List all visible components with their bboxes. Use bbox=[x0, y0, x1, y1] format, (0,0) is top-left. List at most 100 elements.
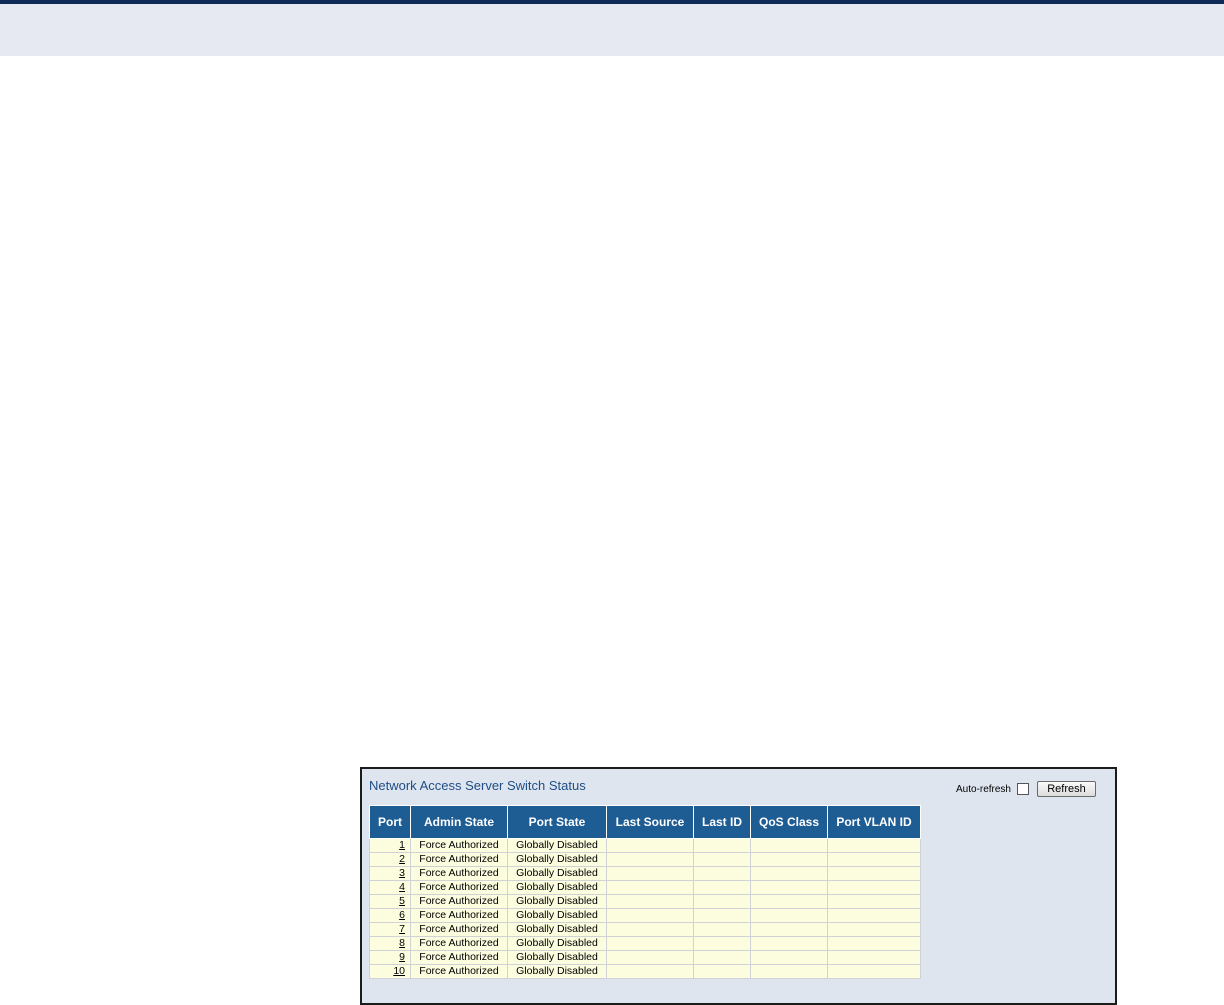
port-vlan-id-cell bbox=[827, 866, 921, 881]
port-state-cell: Globally Disabled bbox=[507, 880, 607, 895]
qos-class-cell bbox=[750, 866, 828, 881]
port-vlan-id-cell bbox=[827, 950, 921, 965]
page-header-band bbox=[0, 4, 1224, 56]
port-state-cell: Globally Disabled bbox=[507, 908, 607, 923]
column-header-port-state: Port State bbox=[507, 805, 607, 839]
admin-state-cell: Force Authorized bbox=[410, 894, 508, 909]
port-vlan-id-cell bbox=[827, 880, 921, 895]
port-cell: 7 bbox=[369, 922, 411, 937]
column-header-port-vlan-id: Port VLAN ID bbox=[827, 805, 921, 839]
port-link[interactable]: 10 bbox=[393, 965, 405, 977]
table-row: 3 Force Authorized Globally Disabled bbox=[369, 866, 921, 881]
port-state-cell: Globally Disabled bbox=[507, 922, 607, 937]
last-id-cell bbox=[693, 964, 751, 979]
panel-title: Network Access Server Switch Status bbox=[369, 778, 586, 793]
last-id-cell bbox=[693, 894, 751, 909]
admin-state-cell: Force Authorized bbox=[410, 852, 508, 867]
auto-refresh-label: Auto-refresh bbox=[955, 783, 1011, 795]
last-source-cell bbox=[606, 852, 694, 867]
port-cell: 9 bbox=[369, 950, 411, 965]
port-cell: 2 bbox=[369, 852, 411, 867]
last-source-cell bbox=[606, 922, 694, 937]
qos-class-cell bbox=[750, 838, 828, 853]
last-id-cell bbox=[693, 950, 751, 965]
port-vlan-id-cell bbox=[827, 852, 921, 867]
last-id-cell bbox=[693, 936, 751, 951]
table-header-row: Port Admin State Port State Last Source … bbox=[369, 805, 921, 839]
table-row: 10 Force Authorized Globally Disabled bbox=[369, 964, 921, 979]
last-source-cell bbox=[606, 936, 694, 951]
column-header-qos-class: QoS Class bbox=[750, 805, 828, 839]
port-link[interactable]: 8 bbox=[399, 937, 405, 949]
table-row: 7 Force Authorized Globally Disabled bbox=[369, 922, 921, 937]
qos-class-cell bbox=[750, 922, 828, 937]
port-state-cell: Globally Disabled bbox=[507, 866, 607, 881]
port-vlan-id-cell bbox=[827, 838, 921, 853]
refresh-button[interactable]: Refresh bbox=[1037, 781, 1096, 797]
last-source-cell bbox=[606, 838, 694, 853]
nas-switch-status-panel: Network Access Server Switch Status Auto… bbox=[360, 767, 1117, 1005]
admin-state-cell: Force Authorized bbox=[410, 838, 508, 853]
last-id-cell bbox=[693, 866, 751, 881]
port-link[interactable]: 4 bbox=[399, 881, 405, 893]
port-cell: 1 bbox=[369, 838, 411, 853]
port-state-cell: Globally Disabled bbox=[507, 838, 607, 853]
admin-state-cell: Force Authorized bbox=[410, 950, 508, 965]
table-row: 2 Force Authorized Globally Disabled bbox=[369, 852, 921, 867]
column-header-port: Port bbox=[369, 805, 411, 839]
port-vlan-id-cell bbox=[827, 908, 921, 923]
port-cell: 10 bbox=[369, 964, 411, 979]
qos-class-cell bbox=[750, 964, 828, 979]
port-link[interactable]: 3 bbox=[399, 867, 405, 879]
port-vlan-id-cell bbox=[827, 894, 921, 909]
qos-class-cell bbox=[750, 880, 828, 895]
port-vlan-id-cell bbox=[827, 922, 921, 937]
port-state-cell: Globally Disabled bbox=[507, 936, 607, 951]
last-source-cell bbox=[606, 964, 694, 979]
last-source-cell bbox=[606, 894, 694, 909]
last-id-cell bbox=[693, 908, 751, 923]
port-state-cell: Globally Disabled bbox=[507, 950, 607, 965]
column-header-last-source: Last Source bbox=[606, 805, 694, 839]
auto-refresh-checkbox[interactable] bbox=[1017, 783, 1029, 795]
table-row: 8 Force Authorized Globally Disabled bbox=[369, 936, 921, 951]
port-state-cell: Globally Disabled bbox=[507, 852, 607, 867]
column-header-last-id: Last ID bbox=[693, 805, 751, 839]
port-link[interactable]: 1 bbox=[399, 839, 405, 851]
table-row: 6 Force Authorized Globally Disabled bbox=[369, 908, 921, 923]
last-source-cell bbox=[606, 880, 694, 895]
port-state-cell: Globally Disabled bbox=[507, 964, 607, 979]
last-id-cell bbox=[693, 922, 751, 937]
admin-state-cell: Force Authorized bbox=[410, 880, 508, 895]
port-link[interactable]: 7 bbox=[399, 923, 405, 935]
table-row: 9 Force Authorized Globally Disabled bbox=[369, 950, 921, 965]
qos-class-cell bbox=[750, 908, 828, 923]
qos-class-cell bbox=[750, 852, 828, 867]
last-id-cell bbox=[693, 838, 751, 853]
admin-state-cell: Force Authorized bbox=[410, 936, 508, 951]
refresh-controls: Auto-refresh Refresh bbox=[956, 781, 1096, 797]
status-table: Port Admin State Port State Last Source … bbox=[369, 805, 921, 979]
port-link[interactable]: 5 bbox=[399, 895, 405, 907]
port-cell: 6 bbox=[369, 908, 411, 923]
admin-state-cell: Force Authorized bbox=[410, 866, 508, 881]
port-link[interactable]: 2 bbox=[399, 853, 405, 865]
port-cell: 5 bbox=[369, 894, 411, 909]
qos-class-cell bbox=[750, 936, 828, 951]
port-cell: 4 bbox=[369, 880, 411, 895]
port-link[interactable]: 6 bbox=[399, 909, 405, 921]
admin-state-cell: Force Authorized bbox=[410, 922, 508, 937]
port-state-cell: Globally Disabled bbox=[507, 894, 607, 909]
port-vlan-id-cell bbox=[827, 964, 921, 979]
qos-class-cell bbox=[750, 894, 828, 909]
admin-state-cell: Force Authorized bbox=[410, 908, 508, 923]
column-header-admin-state: Admin State bbox=[410, 805, 508, 839]
last-source-cell bbox=[606, 908, 694, 923]
qos-class-cell bbox=[750, 950, 828, 965]
admin-state-cell: Force Authorized bbox=[410, 964, 508, 979]
last-id-cell bbox=[693, 880, 751, 895]
last-source-cell bbox=[606, 950, 694, 965]
last-source-cell bbox=[606, 866, 694, 881]
last-id-cell bbox=[693, 852, 751, 867]
port-link[interactable]: 9 bbox=[399, 951, 405, 963]
